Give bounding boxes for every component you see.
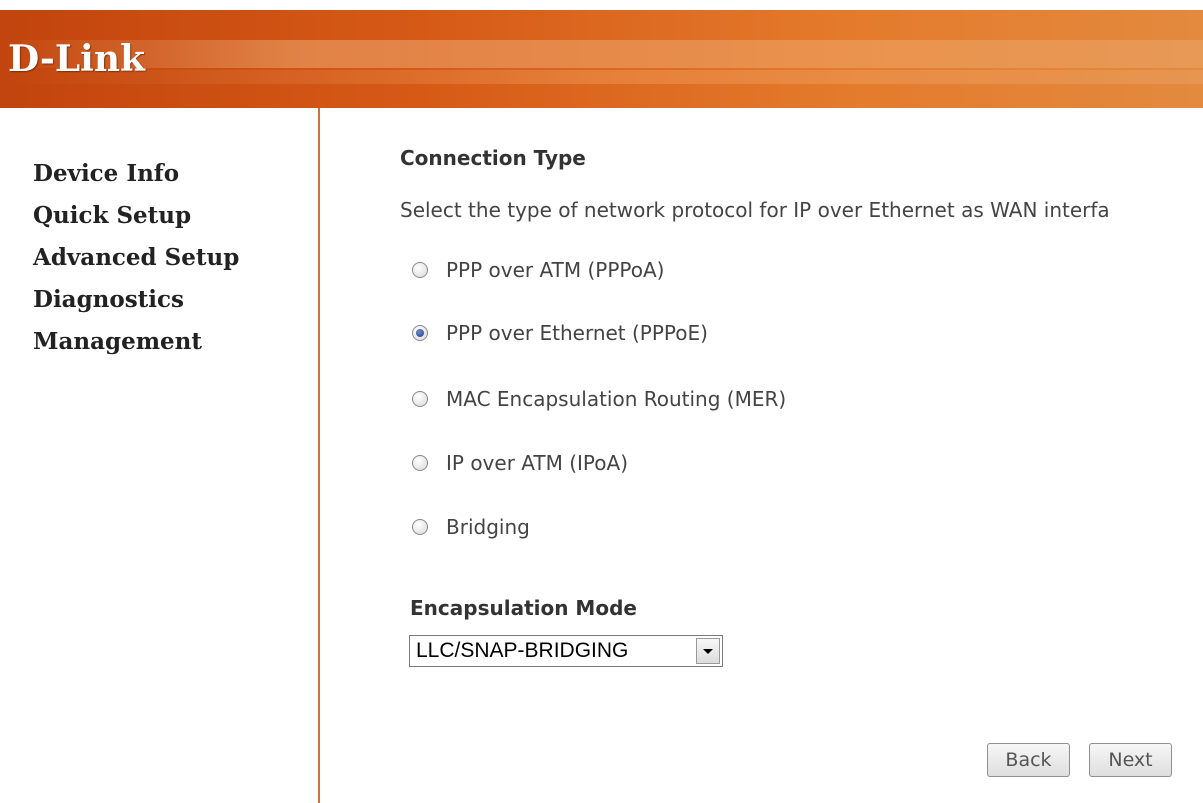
dlink-logo: D-Link: [8, 38, 145, 80]
radio-ipoa[interactable]: [412, 455, 428, 471]
radio-mer[interactable]: [412, 391, 428, 407]
encapsulation-mode-value: LLC/SNAP-BRIDGING: [416, 639, 629, 662]
radio-pppoe[interactable]: [412, 325, 428, 341]
sidebar-item-management[interactable]: Management: [33, 321, 239, 363]
option-pppoa-row[interactable]: PPP over ATM (PPPoA): [412, 258, 664, 282]
option-pppoe-row[interactable]: PPP over Ethernet (PPPoE): [412, 321, 708, 345]
option-mer-row[interactable]: MAC Encapsulation Routing (MER): [412, 387, 786, 411]
option-ipoa-row[interactable]: IP over ATM (IPoA): [412, 451, 628, 475]
next-button[interactable]: Next: [1089, 743, 1172, 777]
option-label-bridging: Bridging: [446, 515, 530, 539]
sidebar-item-diagnostics[interactable]: Diagnostics: [33, 279, 239, 321]
header-sheen-lower: [0, 70, 1203, 84]
encapsulation-mode-select[interactable]: LLC/SNAP-BRIDGING: [409, 635, 723, 667]
option-label-pppoa: PPP over ATM (PPPoA): [446, 258, 665, 282]
chevron-down-icon[interactable]: [696, 638, 720, 664]
sidebar-nav: Device Info Quick Setup Advanced Setup D…: [33, 153, 239, 363]
sidebar-item-device-info[interactable]: Device Info: [33, 153, 239, 195]
connection-type-title: Connection Type: [400, 146, 586, 170]
header-sheen: [0, 40, 1203, 68]
option-label-ipoa: IP over ATM (IPoA): [446, 451, 629, 475]
radio-bridging[interactable]: [412, 519, 428, 535]
main-content: Connection Type Select the type of netwo…: [320, 108, 1203, 803]
header-banner: D-Link: [0, 10, 1203, 108]
option-label-pppoe: PPP over Ethernet (PPPoE): [446, 321, 708, 345]
option-bridging-row[interactable]: Bridging: [412, 515, 530, 539]
sidebar: Device Info Quick Setup Advanced Setup D…: [0, 108, 320, 803]
option-label-mer: MAC Encapsulation Routing (MER): [446, 387, 787, 411]
radio-pppoa[interactable]: [412, 262, 428, 278]
sidebar-item-advanced-setup[interactable]: Advanced Setup: [33, 237, 239, 279]
connection-type-description: Select the type of network protocol for …: [400, 198, 1110, 222]
encapsulation-mode-title: Encapsulation Mode: [410, 596, 637, 620]
sidebar-item-quick-setup[interactable]: Quick Setup: [33, 195, 239, 237]
back-button[interactable]: Back: [987, 743, 1070, 777]
